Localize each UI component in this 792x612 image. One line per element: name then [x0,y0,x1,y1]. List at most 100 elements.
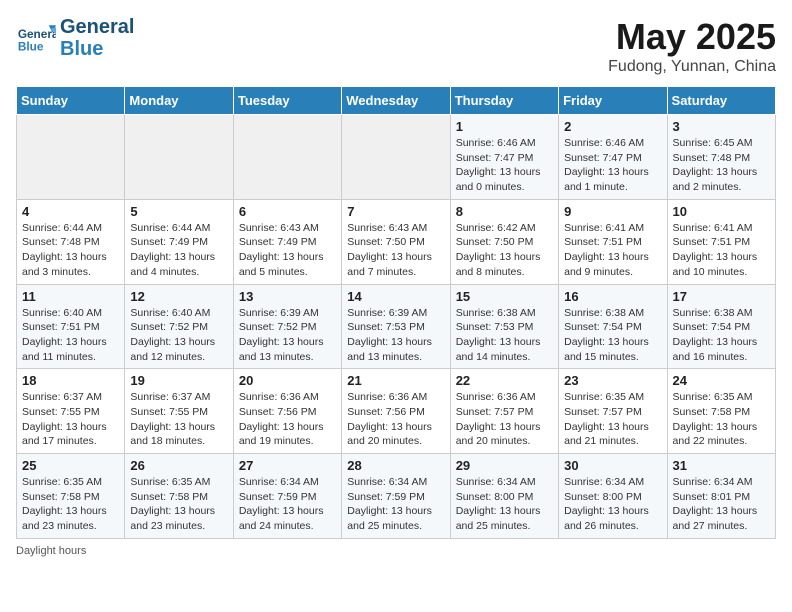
day-number: 11 [22,289,119,304]
day-number: 14 [347,289,444,304]
week-row-1: 1 Sunrise: 6:46 AM Sunset: 7:47 PM Daylig… [17,115,776,200]
calendar-cell: 27 Sunrise: 6:34 AM Sunset: 7:59 PM Dayli… [233,454,341,539]
day-number: 5 [130,204,227,219]
calendar-cell: 2 Sunrise: 6:46 AM Sunset: 7:47 PM Daylig… [559,115,667,200]
calendar-cell: 5 Sunrise: 6:44 AM Sunset: 7:49 PM Daylig… [125,199,233,284]
calendar-cell: 20Sunrise: 6:36 AM Sunset: 7:56 PM Dayli… [233,369,341,454]
day-info: Sunrise: 6:44 AM Sunset: 7:49 PM Dayligh… [130,221,227,280]
footer-note: Daylight hours [16,545,776,557]
calendar-cell: 30Sunrise: 6:34 AM Sunset: 8:00 PM Dayli… [559,454,667,539]
calendar-cell: 1 Sunrise: 6:46 AM Sunset: 7:47 PM Daylig… [450,115,558,200]
day-info: Sunrise: 6:39 AM Sunset: 7:53 PM Dayligh… [347,306,444,365]
logo: General Blue General Blue [16,16,134,60]
calendar-cell: 19Sunrise: 6:37 AM Sunset: 7:55 PM Dayli… [125,369,233,454]
day-number: 13 [239,289,336,304]
day-info: Sunrise: 6:38 AM Sunset: 7:54 PM Dayligh… [673,306,770,365]
week-row-5: 25 Sunrise: 6:35 AM Sunset: 7:58 PM Dayli… [17,454,776,539]
day-number: 17 [673,289,770,304]
day-info: Sunrise: 6:34 AM Sunset: 8:00 PM Dayligh… [456,475,553,534]
day-number: 23 [564,373,661,388]
day-info: Sunrise: 6:34 AM Sunset: 7:59 PM Dayligh… [239,475,336,534]
calendar-cell: 11 Sunrise: 6:40 AM Sunset: 7:51 PM Dayli… [17,284,125,369]
calendar-subtitle: Fudong, Yunnan, China [608,58,776,76]
calendar-cell: 18Sunrise: 6:37 AM Sunset: 7:55 PM Dayli… [17,369,125,454]
day-number: 16 [564,289,661,304]
calendar-cell [17,115,125,200]
page-header: General Blue General Blue May 2025 Fudon… [16,16,776,76]
calendar-title: May 2025 [608,16,776,58]
day-info: Sunrise: 6:39 AM Sunset: 7:52 PM Dayligh… [239,306,336,365]
day-number: 22 [456,373,553,388]
calendar-cell: 31Sunrise: 6:34 AM Sunset: 8:01 PM Dayli… [667,454,775,539]
header-day-friday: Friday [559,87,667,115]
day-number: 26 [130,458,227,473]
header-day-saturday: Saturday [667,87,775,115]
day-number: 28 [347,458,444,473]
week-row-2: 4 Sunrise: 6:44 AM Sunset: 7:48 PM Daylig… [17,199,776,284]
week-row-3: 11 Sunrise: 6:40 AM Sunset: 7:51 PM Dayli… [17,284,776,369]
calendar-cell: 4 Sunrise: 6:44 AM Sunset: 7:48 PM Daylig… [17,199,125,284]
calendar-cell: 21 Sunrise: 6:36 AM Sunset: 7:56 PM Dayli… [342,369,450,454]
day-number: 9 [564,204,661,219]
calendar-cell: 22Sunrise: 6:36 AM Sunset: 7:57 PM Dayli… [450,369,558,454]
day-info: Sunrise: 6:34 AM Sunset: 8:01 PM Dayligh… [673,475,770,534]
day-number: 4 [22,204,119,219]
day-info: Sunrise: 6:34 AM Sunset: 7:59 PM Dayligh… [347,475,444,534]
day-info: Sunrise: 6:41 AM Sunset: 7:51 PM Dayligh… [673,221,770,280]
calendar-cell: 28 Sunrise: 6:34 AM Sunset: 7:59 PM Dayli… [342,454,450,539]
calendar-cell: 26 Sunrise: 6:35 AM Sunset: 7:58 PM Dayli… [125,454,233,539]
day-number: 27 [239,458,336,473]
day-info: Sunrise: 6:35 AM Sunset: 7:58 PM Dayligh… [673,390,770,449]
calendar-cell [233,115,341,200]
day-info: Sunrise: 6:40 AM Sunset: 7:51 PM Dayligh… [22,306,119,365]
day-number: 1 [456,119,553,134]
calendar-cell [125,115,233,200]
svg-text:Blue: Blue [18,40,44,54]
calendar-cell: 14 Sunrise: 6:39 AM Sunset: 7:53 PM Dayli… [342,284,450,369]
day-number: 15 [456,289,553,304]
day-info: Sunrise: 6:44 AM Sunset: 7:48 PM Dayligh… [22,221,119,280]
day-info: Sunrise: 6:45 AM Sunset: 7:48 PM Dayligh… [673,136,770,195]
calendar-cell: 10Sunrise: 6:41 AM Sunset: 7:51 PM Dayli… [667,199,775,284]
day-info: Sunrise: 6:34 AM Sunset: 8:00 PM Dayligh… [564,475,661,534]
day-number: 3 [673,119,770,134]
day-number: 21 [347,373,444,388]
calendar-header-row: SundayMondayTuesdayWednesdayThursdayFrid… [17,87,776,115]
day-info: Sunrise: 6:35 AM Sunset: 7:58 PM Dayligh… [130,475,227,534]
header-day-sunday: Sunday [17,87,125,115]
calendar-table: SundayMondayTuesdayWednesdayThursdayFrid… [16,86,776,539]
calendar-cell: 29 Sunrise: 6:34 AM Sunset: 8:00 PM Dayli… [450,454,558,539]
header-day-thursday: Thursday [450,87,558,115]
header-day-wednesday: Wednesday [342,87,450,115]
calendar-cell: 13 Sunrise: 6:39 AM Sunset: 7:52 PM Dayli… [233,284,341,369]
day-number: 20 [239,373,336,388]
day-number: 2 [564,119,661,134]
day-info: Sunrise: 6:35 AM Sunset: 7:57 PM Dayligh… [564,390,661,449]
day-info: Sunrise: 6:46 AM Sunset: 7:47 PM Dayligh… [564,136,661,195]
day-number: 25 [22,458,119,473]
calendar-cell: 8 Sunrise: 6:42 AM Sunset: 7:50 PM Daylig… [450,199,558,284]
day-number: 29 [456,458,553,473]
calendar-cell: 15 Sunrise: 6:38 AM Sunset: 7:53 PM Dayli… [450,284,558,369]
calendar-cell: 9 Sunrise: 6:41 AM Sunset: 7:51 PM Daylig… [559,199,667,284]
day-number: 6 [239,204,336,219]
day-info: Sunrise: 6:43 AM Sunset: 7:50 PM Dayligh… [347,221,444,280]
day-number: 12 [130,289,227,304]
day-info: Sunrise: 6:43 AM Sunset: 7:49 PM Dayligh… [239,221,336,280]
day-info: Sunrise: 6:38 AM Sunset: 7:53 PM Dayligh… [456,306,553,365]
day-info: Sunrise: 6:42 AM Sunset: 7:50 PM Dayligh… [456,221,553,280]
header-day-monday: Monday [125,87,233,115]
header-day-tuesday: Tuesday [233,87,341,115]
day-number: 8 [456,204,553,219]
day-info: Sunrise: 6:41 AM Sunset: 7:51 PM Dayligh… [564,221,661,280]
calendar-cell: 3 Sunrise: 6:45 AM Sunset: 7:48 PM Daylig… [667,115,775,200]
calendar-cell: 17 Sunrise: 6:38 AM Sunset: 7:54 PM Dayli… [667,284,775,369]
day-info: Sunrise: 6:46 AM Sunset: 7:47 PM Dayligh… [456,136,553,195]
day-number: 7 [347,204,444,219]
calendar-cell: 6 Sunrise: 6:43 AM Sunset: 7:49 PM Daylig… [233,199,341,284]
day-info: Sunrise: 6:36 AM Sunset: 7:56 PM Dayligh… [347,390,444,449]
day-number: 24 [673,373,770,388]
title-block: May 2025 Fudong, Yunnan, China [608,16,776,76]
calendar-cell: 25Sunrise: 6:35 AM Sunset: 7:58 PM Dayli… [17,454,125,539]
calendar-cell: 12Sunrise: 6:40 AM Sunset: 7:52 PM Dayli… [125,284,233,369]
